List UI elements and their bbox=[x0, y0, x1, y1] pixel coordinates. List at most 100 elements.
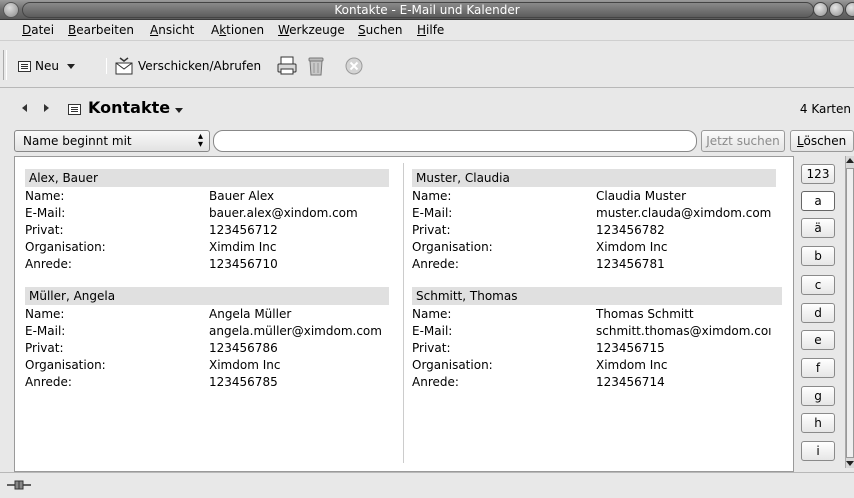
card-label: Privat: bbox=[25, 223, 64, 237]
online-status-icon[interactable] bbox=[6, 479, 32, 491]
letter-button-c[interactable]: c bbox=[801, 275, 835, 295]
card-header[interactable]: Schmitt, Thomas bbox=[412, 287, 782, 305]
stop-icon bbox=[345, 57, 363, 75]
card-label: Anrede: bbox=[412, 375, 459, 389]
menu-suchen[interactable]: Suchen bbox=[358, 23, 402, 37]
contact-card[interactable]: Schmitt, Thomas Name: Thomas Schmitt E-Ma… bbox=[412, 287, 782, 390]
contact-card[interactable]: Muster, Claudia Name: Claudia Muster E-Ma… bbox=[412, 169, 776, 272]
letter-button-b[interactable]: b bbox=[801, 246, 835, 266]
card-label: Name: bbox=[412, 307, 452, 321]
letter-button-f[interactable]: f bbox=[801, 358, 835, 378]
window-title: Kontakte - E-Mail und Kalender bbox=[334, 3, 520, 17]
search-filter-select[interactable]: Name beginnt mit ▴ ▾ bbox=[14, 130, 210, 152]
folder-title[interactable]: Kontakte bbox=[88, 98, 170, 117]
contact-cards-view: Alex, Bauer Name: Bauer Alex E-Mail: bauer… bbox=[14, 156, 794, 472]
card-header[interactable]: Alex, Bauer bbox=[25, 169, 389, 187]
card-label: Name: bbox=[25, 189, 65, 203]
search-input[interactable] bbox=[213, 130, 697, 152]
card-email[interactable]: muster.clauda@ximdom.com bbox=[596, 206, 771, 220]
letter-button-a[interactable]: a bbox=[801, 191, 835, 211]
card-value: Angela Müller bbox=[209, 307, 292, 321]
vertical-scrollbar[interactable] bbox=[845, 156, 854, 468]
search-now-button[interactable]: Jetzt suchen bbox=[701, 130, 785, 152]
card-value: Claudia Muster bbox=[596, 189, 687, 203]
back-arrow-icon[interactable] bbox=[22, 104, 27, 112]
folder-dropdown-icon[interactable] bbox=[175, 108, 183, 113]
letter-button-ae[interactable]: ä bbox=[801, 218, 835, 238]
trash-icon bbox=[308, 57, 324, 76]
select-arrows-icon: ▴ ▾ bbox=[197, 131, 203, 150]
card-value: 123456786 bbox=[209, 341, 278, 355]
letter-button-e[interactable]: e bbox=[801, 330, 835, 350]
status-bar bbox=[0, 472, 854, 498]
menu-hilfe[interactable]: Hilfe bbox=[417, 23, 444, 37]
scrollbar-thumb[interactable] bbox=[846, 168, 854, 458]
address-book-icon bbox=[68, 104, 81, 115]
card-label: Organisation: bbox=[412, 240, 493, 254]
contact-card[interactable]: Alex, Bauer Name: Bauer Alex E-Mail: bauer… bbox=[25, 169, 389, 272]
search-bar: Name beginnt mit ▴ ▾ Jetzt suchen Löschen bbox=[0, 130, 854, 154]
card-label: Anrede: bbox=[25, 375, 72, 389]
send-receive-button[interactable]: Verschicken/Abrufen bbox=[114, 56, 261, 76]
card-value: Ximdom Inc bbox=[596, 358, 668, 372]
card-label: E-Mail: bbox=[412, 324, 453, 338]
letter-button-i[interactable]: i bbox=[801, 441, 835, 461]
maximize-button[interactable] bbox=[829, 2, 844, 17]
card-label: Privat: bbox=[412, 341, 451, 355]
card-email[interactable]: bauer.alex@xindom.com bbox=[209, 206, 358, 220]
menu-bearbeiten[interactable]: Bearbeiten bbox=[68, 23, 134, 37]
menu-werkzeuge[interactable]: Werkzeuge bbox=[278, 23, 345, 37]
new-dropdown-icon[interactable] bbox=[66, 63, 75, 69]
card-value: Bauer Alex bbox=[209, 189, 275, 203]
scroll-down-icon[interactable] bbox=[846, 461, 854, 466]
card-value: Ximdim Inc bbox=[209, 240, 277, 254]
card-header[interactable]: Müller, Angela bbox=[25, 287, 389, 305]
letter-button-h[interactable]: h bbox=[801, 413, 835, 433]
card-header[interactable]: Muster, Claudia bbox=[412, 169, 776, 187]
card-value: 123456715 bbox=[596, 341, 665, 355]
card-label: Privat: bbox=[412, 223, 451, 237]
menu-datei[interactable]: Datei bbox=[22, 23, 54, 37]
letter-button-123[interactable]: 123 bbox=[801, 164, 835, 184]
card-label: Organisation: bbox=[412, 358, 493, 372]
toolbar: Neu Verschicken/Abrufen bbox=[0, 42, 854, 88]
letter-button-d[interactable]: d bbox=[801, 303, 835, 323]
toolbar-grip[interactable] bbox=[3, 50, 7, 80]
card-value: 123456714 bbox=[596, 375, 665, 389]
card-label: E-Mail: bbox=[412, 206, 453, 220]
new-button[interactable]: Neu bbox=[18, 56, 75, 76]
contact-card[interactable]: Müller, Angela Name: Angela Müller E-Mail… bbox=[25, 287, 389, 390]
minimize-button[interactable] bbox=[813, 2, 828, 17]
stop-button[interactable] bbox=[344, 56, 364, 76]
card-label: Name: bbox=[25, 307, 65, 321]
card-value: Ximdom Inc bbox=[209, 358, 281, 372]
menu-aktionen[interactable]: Aktionen bbox=[211, 23, 264, 37]
close-button[interactable] bbox=[845, 2, 854, 17]
menu-ansicht[interactable]: Ansicht bbox=[150, 23, 194, 37]
card-email[interactable]: schmitt.thomas@ximdom.coı bbox=[596, 324, 772, 338]
location-bar: Kontakte 4 Karten bbox=[0, 94, 854, 124]
toolbar-separator bbox=[106, 58, 107, 74]
card-label: Privat: bbox=[25, 341, 64, 355]
card-label: Anrede: bbox=[25, 257, 72, 271]
delete-button[interactable] bbox=[306, 56, 326, 76]
letter-button-g[interactable]: g bbox=[801, 386, 835, 406]
scroll-up-icon[interactable] bbox=[846, 158, 854, 163]
card-count: 4 Karten bbox=[799, 102, 851, 116]
card-email[interactable]: angela.müller@ximdom.com bbox=[209, 324, 382, 338]
card-value: Ximdom Inc bbox=[596, 240, 668, 254]
search-filter-value: Name beginnt mit bbox=[23, 134, 132, 148]
clear-button[interactable]: Löschen bbox=[790, 130, 854, 152]
card-value: Thomas Schmitt bbox=[596, 307, 694, 321]
menu-bar: Datei Bearbeiten Ansicht Aktionen Werkze… bbox=[0, 20, 854, 41]
forward-arrow-icon[interactable] bbox=[44, 104, 49, 112]
card-label: E-Mail: bbox=[25, 324, 66, 338]
card-label: E-Mail: bbox=[25, 206, 66, 220]
new-button-label: Neu bbox=[35, 59, 59, 73]
card-value: 123456712 bbox=[209, 223, 278, 237]
card-value: 123456710 bbox=[209, 257, 278, 271]
new-contact-icon bbox=[18, 60, 31, 72]
send-receive-label: Verschicken/Abrufen bbox=[138, 59, 262, 73]
card-value: 123456782 bbox=[596, 223, 665, 237]
print-button[interactable] bbox=[276, 56, 298, 76]
